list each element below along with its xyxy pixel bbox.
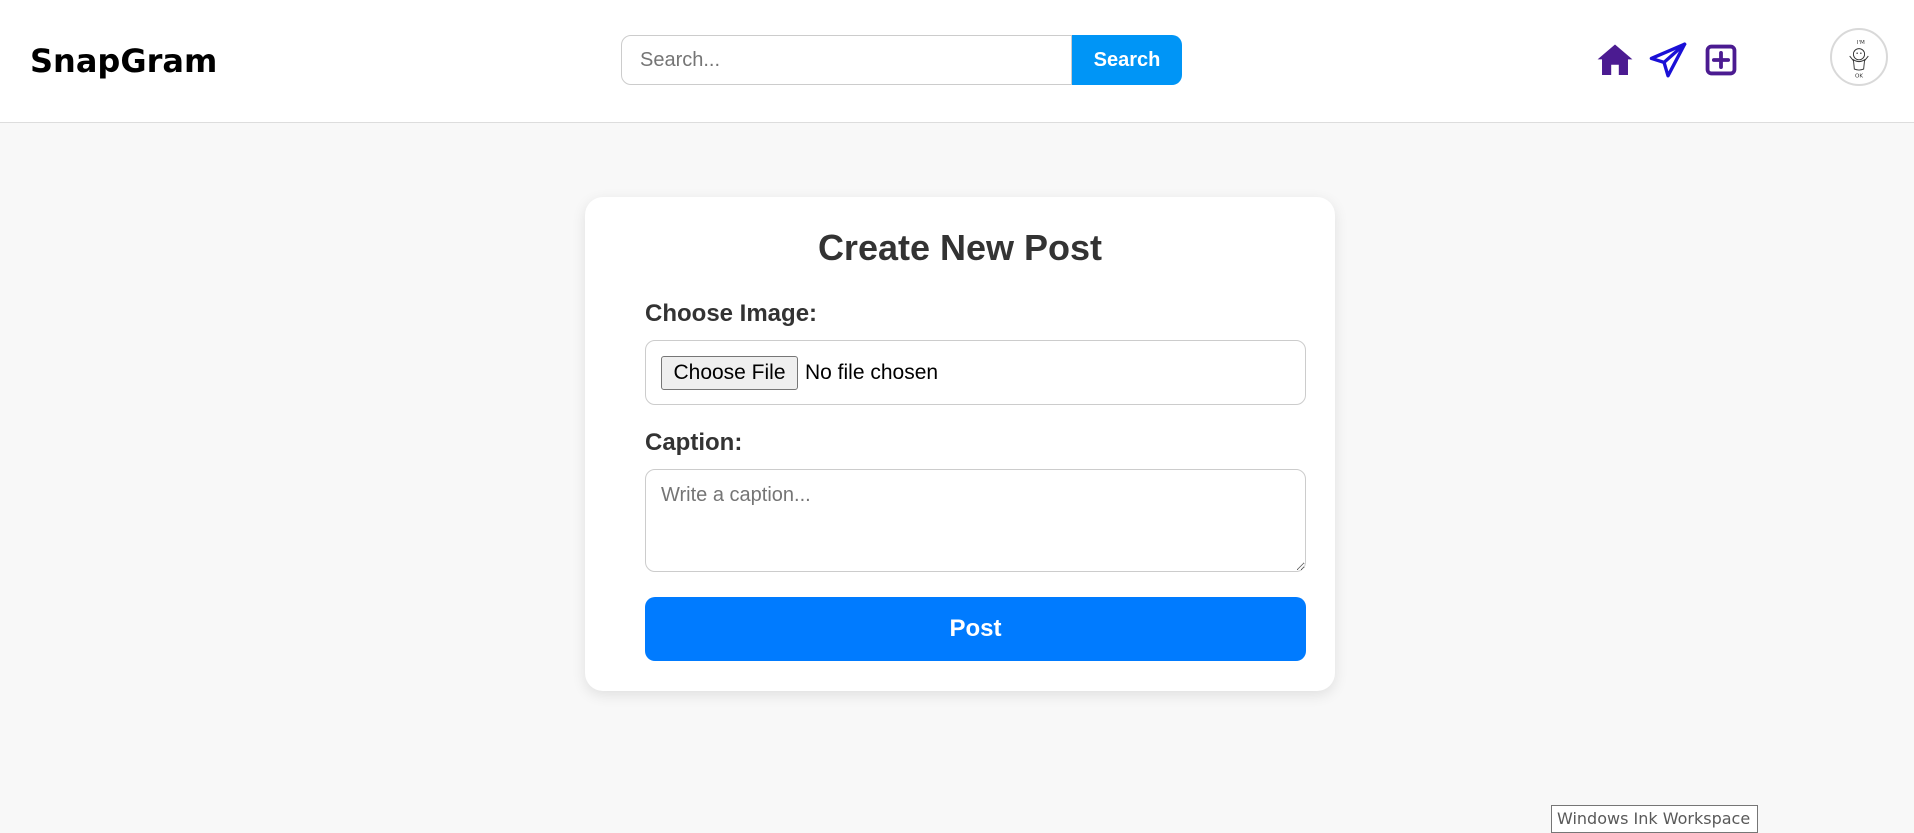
choose-image-label: Choose Image: — [645, 300, 818, 327]
search-button[interactable]: Search — [1072, 35, 1182, 85]
post-button[interactable]: Post — [645, 597, 1306, 661]
home-icon[interactable] — [1596, 41, 1634, 79]
create-post-card: Create New Post Choose Image: Choose Fil… — [585, 197, 1335, 691]
search-input[interactable] — [621, 35, 1072, 85]
caption-textarea[interactable] — [645, 469, 1306, 572]
windows-ink-tooltip: Windows Ink Workspace — [1551, 805, 1758, 833]
add-post-icon[interactable] — [1702, 41, 1740, 79]
avatar-doodle-icon: I'M OK — [1849, 40, 1869, 79]
file-input[interactable]: Choose File No file chosen — [645, 340, 1306, 405]
avatar-text-bottom: OK — [1855, 73, 1863, 79]
choose-file-button[interactable]: Choose File — [661, 356, 798, 390]
page-title: Create New Post — [817, 227, 1103, 268]
avatar[interactable]: I'M OK — [1830, 28, 1888, 86]
caption-label: Caption: — [645, 429, 743, 456]
send-icon[interactable] — [1649, 41, 1687, 79]
top-navbar: SnapGram Search I'M OK — [0, 0, 1914, 123]
file-status-text: No file chosen — [805, 361, 939, 384]
app-logo[interactable]: SnapGram — [30, 42, 217, 80]
avatar-text-top: I'M — [1857, 40, 1865, 46]
